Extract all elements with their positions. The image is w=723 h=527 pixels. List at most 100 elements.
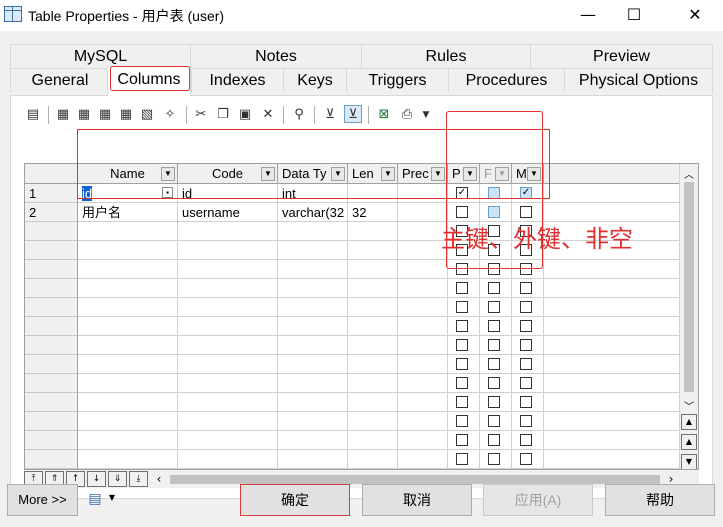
- table-row[interactable]: [78, 260, 680, 279]
- row-header-empty[interactable]: [25, 412, 78, 431]
- mandatory-checkbox[interactable]: [520, 396, 532, 408]
- empty-cell[interactable]: [278, 298, 348, 317]
- empty-cell[interactable]: [398, 393, 448, 412]
- table-row[interactable]: [78, 355, 680, 374]
- foreign-key-checkbox[interactable]: [488, 377, 500, 389]
- column-header-code[interactable]: Code ▼: [178, 164, 278, 184]
- mandatory-checkbox[interactable]: [520, 282, 532, 294]
- chevron-down-icon[interactable]: ▼: [161, 167, 175, 181]
- empty-cell[interactable]: [278, 317, 348, 336]
- ellipsis-button[interactable]: ▪: [162, 187, 173, 198]
- tab-preview[interactable]: Preview: [530, 44, 713, 68]
- empty-cell[interactable]: [78, 298, 178, 317]
- empty-cell[interactable]: [78, 336, 178, 355]
- mandatory-checkbox[interactable]: [520, 453, 532, 465]
- mandatory-checkbox[interactable]: [520, 358, 532, 370]
- find-icon[interactable]: ⚲: [290, 106, 308, 124]
- empty-cell[interactable]: [348, 241, 398, 260]
- excel-export-icon[interactable]: ⊠: [375, 106, 393, 124]
- scrollbar-thumb[interactable]: [684, 182, 694, 392]
- empty-cell[interactable]: [78, 355, 178, 374]
- table-row[interactable]: [78, 298, 680, 317]
- foreign-key-checkbox[interactable]: [488, 187, 500, 199]
- paste-icon[interactable]: ▣: [236, 106, 254, 124]
- primary-key-checkbox[interactable]: [456, 415, 468, 427]
- length-cell[interactable]: 32: [348, 203, 398, 222]
- tab-general[interactable]: General: [10, 68, 109, 92]
- empty-cell[interactable]: [398, 260, 448, 279]
- wizard-icon[interactable]: ✧: [161, 106, 179, 124]
- mandatory-checkbox[interactable]: [520, 206, 532, 218]
- tab-physical-options[interactable]: Physical Options: [564, 68, 713, 92]
- empty-cell[interactable]: [78, 431, 178, 450]
- primary-key-checkbox[interactable]: [456, 301, 468, 313]
- name-cell[interactable]: 用户名: [78, 203, 178, 222]
- empty-cell[interactable]: [78, 393, 178, 412]
- move-down-icon[interactable]: ▼: [681, 454, 697, 469]
- move-last-icon[interactable]: ⤓: [129, 471, 148, 487]
- properties-icon[interactable]: ▤: [24, 106, 42, 124]
- mandatory-checkbox[interactable]: [520, 377, 532, 389]
- primary-key-checkbox[interactable]: [456, 320, 468, 332]
- foreign-key-checkbox[interactable]: [488, 282, 500, 294]
- table-row[interactable]: [78, 374, 680, 393]
- cut-icon[interactable]: ✂: [192, 106, 210, 124]
- empty-cell[interactable]: [348, 393, 398, 412]
- foreign-key-checkbox[interactable]: [488, 453, 500, 465]
- empty-cell[interactable]: [278, 279, 348, 298]
- empty-cell[interactable]: [398, 412, 448, 431]
- empty-cell[interactable]: [78, 241, 178, 260]
- more-button[interactable]: More >>: [7, 484, 78, 516]
- foreign-key-checkbox[interactable]: [488, 206, 500, 218]
- primary-key-checkbox[interactable]: ✓: [456, 187, 468, 199]
- minimize-button[interactable]: —: [565, 2, 611, 28]
- data-type-cell[interactable]: varchar(32: [278, 203, 348, 222]
- primary-key-checkbox[interactable]: [456, 434, 468, 446]
- empty-cell[interactable]: [278, 241, 348, 260]
- tab-notes[interactable]: Notes: [190, 44, 361, 68]
- primary-key-checkbox[interactable]: [456, 358, 468, 370]
- primary-key-checkbox[interactable]: [456, 263, 468, 275]
- empty-cell[interactable]: [178, 374, 278, 393]
- tab-indexes[interactable]: Indexes: [191, 68, 283, 92]
- foreign-key-checkbox[interactable]: [488, 358, 500, 370]
- foreign-key-checkbox[interactable]: [488, 415, 500, 427]
- length-cell[interactable]: [348, 184, 398, 203]
- foreign-key-checkbox[interactable]: [488, 301, 500, 313]
- chevron-down-icon[interactable]: ▼: [495, 167, 509, 181]
- tab-procedures[interactable]: Procedures: [448, 68, 564, 92]
- row-header-empty[interactable]: [25, 393, 78, 412]
- empty-cell[interactable]: [398, 431, 448, 450]
- horizontal-scrollbar-thumb[interactable]: [170, 475, 660, 484]
- empty-cell[interactable]: [348, 431, 398, 450]
- empty-cell[interactable]: [178, 336, 278, 355]
- primary-key-checkbox[interactable]: [456, 206, 468, 218]
- chevron-down-icon[interactable]: ▼: [417, 106, 435, 124]
- primary-key-checkbox[interactable]: [456, 453, 468, 465]
- tab-mysql[interactable]: MySQL: [10, 44, 190, 68]
- table-row[interactable]: [78, 393, 680, 412]
- table-row[interactable]: [78, 279, 680, 298]
- table-row[interactable]: [78, 317, 680, 336]
- chevron-down-icon[interactable]: ▼: [381, 167, 395, 181]
- primary-key-checkbox[interactable]: [456, 282, 468, 294]
- row-number[interactable]: 2: [25, 203, 78, 222]
- chevron-down-icon[interactable]: ▼: [431, 167, 445, 181]
- empty-cell[interactable]: [278, 393, 348, 412]
- empty-cell[interactable]: [348, 279, 398, 298]
- empty-cell[interactable]: [178, 450, 278, 469]
- print-icon[interactable]: ⎙: [398, 106, 416, 124]
- empty-cell[interactable]: [178, 355, 278, 374]
- row-header-empty[interactable]: [25, 279, 78, 298]
- empty-cell[interactable]: [178, 298, 278, 317]
- chevron-up-icon[interactable]: ︿: [680, 166, 698, 181]
- empty-cell[interactable]: [348, 260, 398, 279]
- table-row[interactable]: [78, 450, 680, 469]
- mandatory-checkbox[interactable]: [520, 415, 532, 427]
- add-row-icon[interactable]: ▦: [75, 106, 93, 124]
- code-cell[interactable]: username: [178, 203, 278, 222]
- document-icon[interactable]: ▤: [85, 489, 105, 509]
- mandatory-checkbox[interactable]: [520, 339, 532, 351]
- insert-row-icon[interactable]: ▦: [54, 106, 72, 124]
- tab-triggers[interactable]: Triggers: [346, 68, 448, 92]
